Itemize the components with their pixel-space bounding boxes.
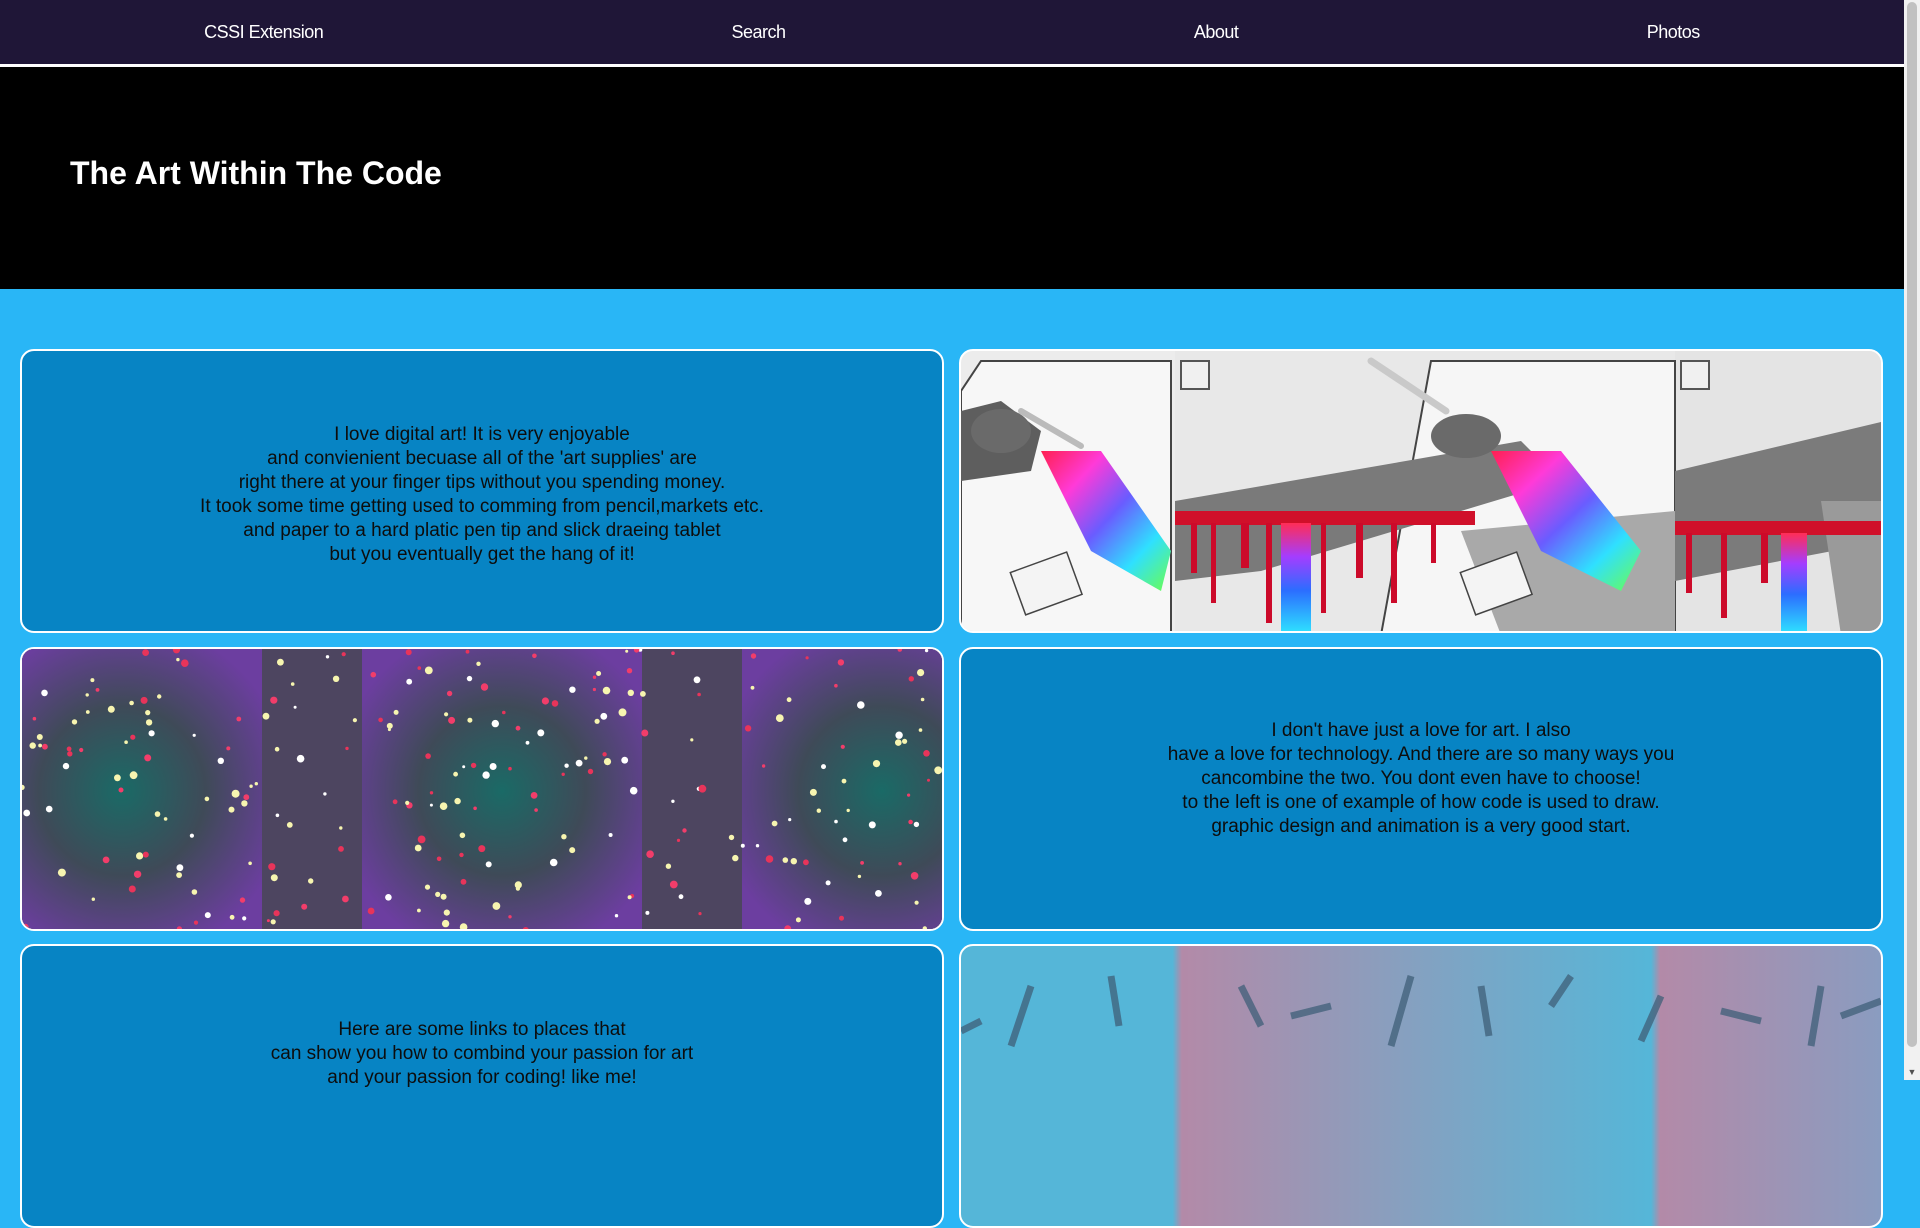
tablet-drawing-art bbox=[961, 351, 1881, 631]
nav-link-photos[interactable]: Photos bbox=[1647, 22, 1701, 43]
text-line: have a love for technology. And there ar… bbox=[1167, 744, 1675, 765]
pastel-lines-image bbox=[959, 944, 1883, 1228]
text-line: and convienient becuase all of the 'art … bbox=[267, 448, 697, 469]
text-line: It took some time getting used to commin… bbox=[200, 496, 764, 517]
text-line: but you eventually get the hang of it! bbox=[329, 544, 635, 565]
page-title: The Art Within The Code bbox=[70, 155, 442, 191]
card-text: I don't have just a love for art. I also… bbox=[961, 719, 1881, 839]
hero-banner: The Art Within The Code bbox=[0, 67, 1904, 289]
card-text: I love digital art! It is very enjoyable… bbox=[22, 423, 942, 567]
text-line: can show you how to combind your passion… bbox=[270, 1043, 694, 1064]
text-line: right there at your finger tips without … bbox=[238, 472, 726, 493]
scroll-down-arrow-icon[interactable]: ▼ bbox=[1904, 1064, 1920, 1080]
scrollbar-thumb[interactable] bbox=[1907, 2, 1917, 1047]
card-text: Here are some links to places that can s… bbox=[22, 1018, 942, 1090]
pastel-lines-art bbox=[961, 974, 1881, 1048]
page-scrollbar[interactable]: ▼ bbox=[1904, 0, 1920, 1080]
confetti-pattern-image bbox=[20, 647, 944, 931]
card-digital-art-text: I love digital art! It is very enjoyable… bbox=[20, 349, 944, 633]
text-line: graphic design and animation is a very g… bbox=[1211, 816, 1631, 837]
text-line: cancombine the two. You dont even have t… bbox=[1201, 768, 1641, 789]
top-navbar: CSSI Extension Search About Photos bbox=[0, 0, 1904, 67]
text-line: and paper to a hard platic pen tip and s… bbox=[243, 520, 721, 541]
confetti-art bbox=[22, 649, 942, 929]
nav-link-about[interactable]: About bbox=[1194, 22, 1239, 43]
text-line: I love digital art! It is very enjoyable bbox=[334, 424, 630, 445]
text-line: to the left is one of example of how cod… bbox=[1182, 792, 1660, 813]
card-links-text: Here are some links to places that can s… bbox=[20, 944, 944, 1228]
text-line: Here are some links to places that bbox=[338, 1019, 626, 1040]
card-art-tech-text: I don't have just a love for art. I also… bbox=[959, 647, 1883, 931]
text-line: and your passion for coding! like me! bbox=[327, 1067, 637, 1088]
tablet-drawing-image bbox=[959, 349, 1883, 633]
text-line: I don't have just a love for art. I also bbox=[1271, 720, 1571, 741]
nav-link-search[interactable]: Search bbox=[732, 22, 787, 43]
nav-link-cssi-extension[interactable]: CSSI Extension bbox=[204, 22, 324, 43]
